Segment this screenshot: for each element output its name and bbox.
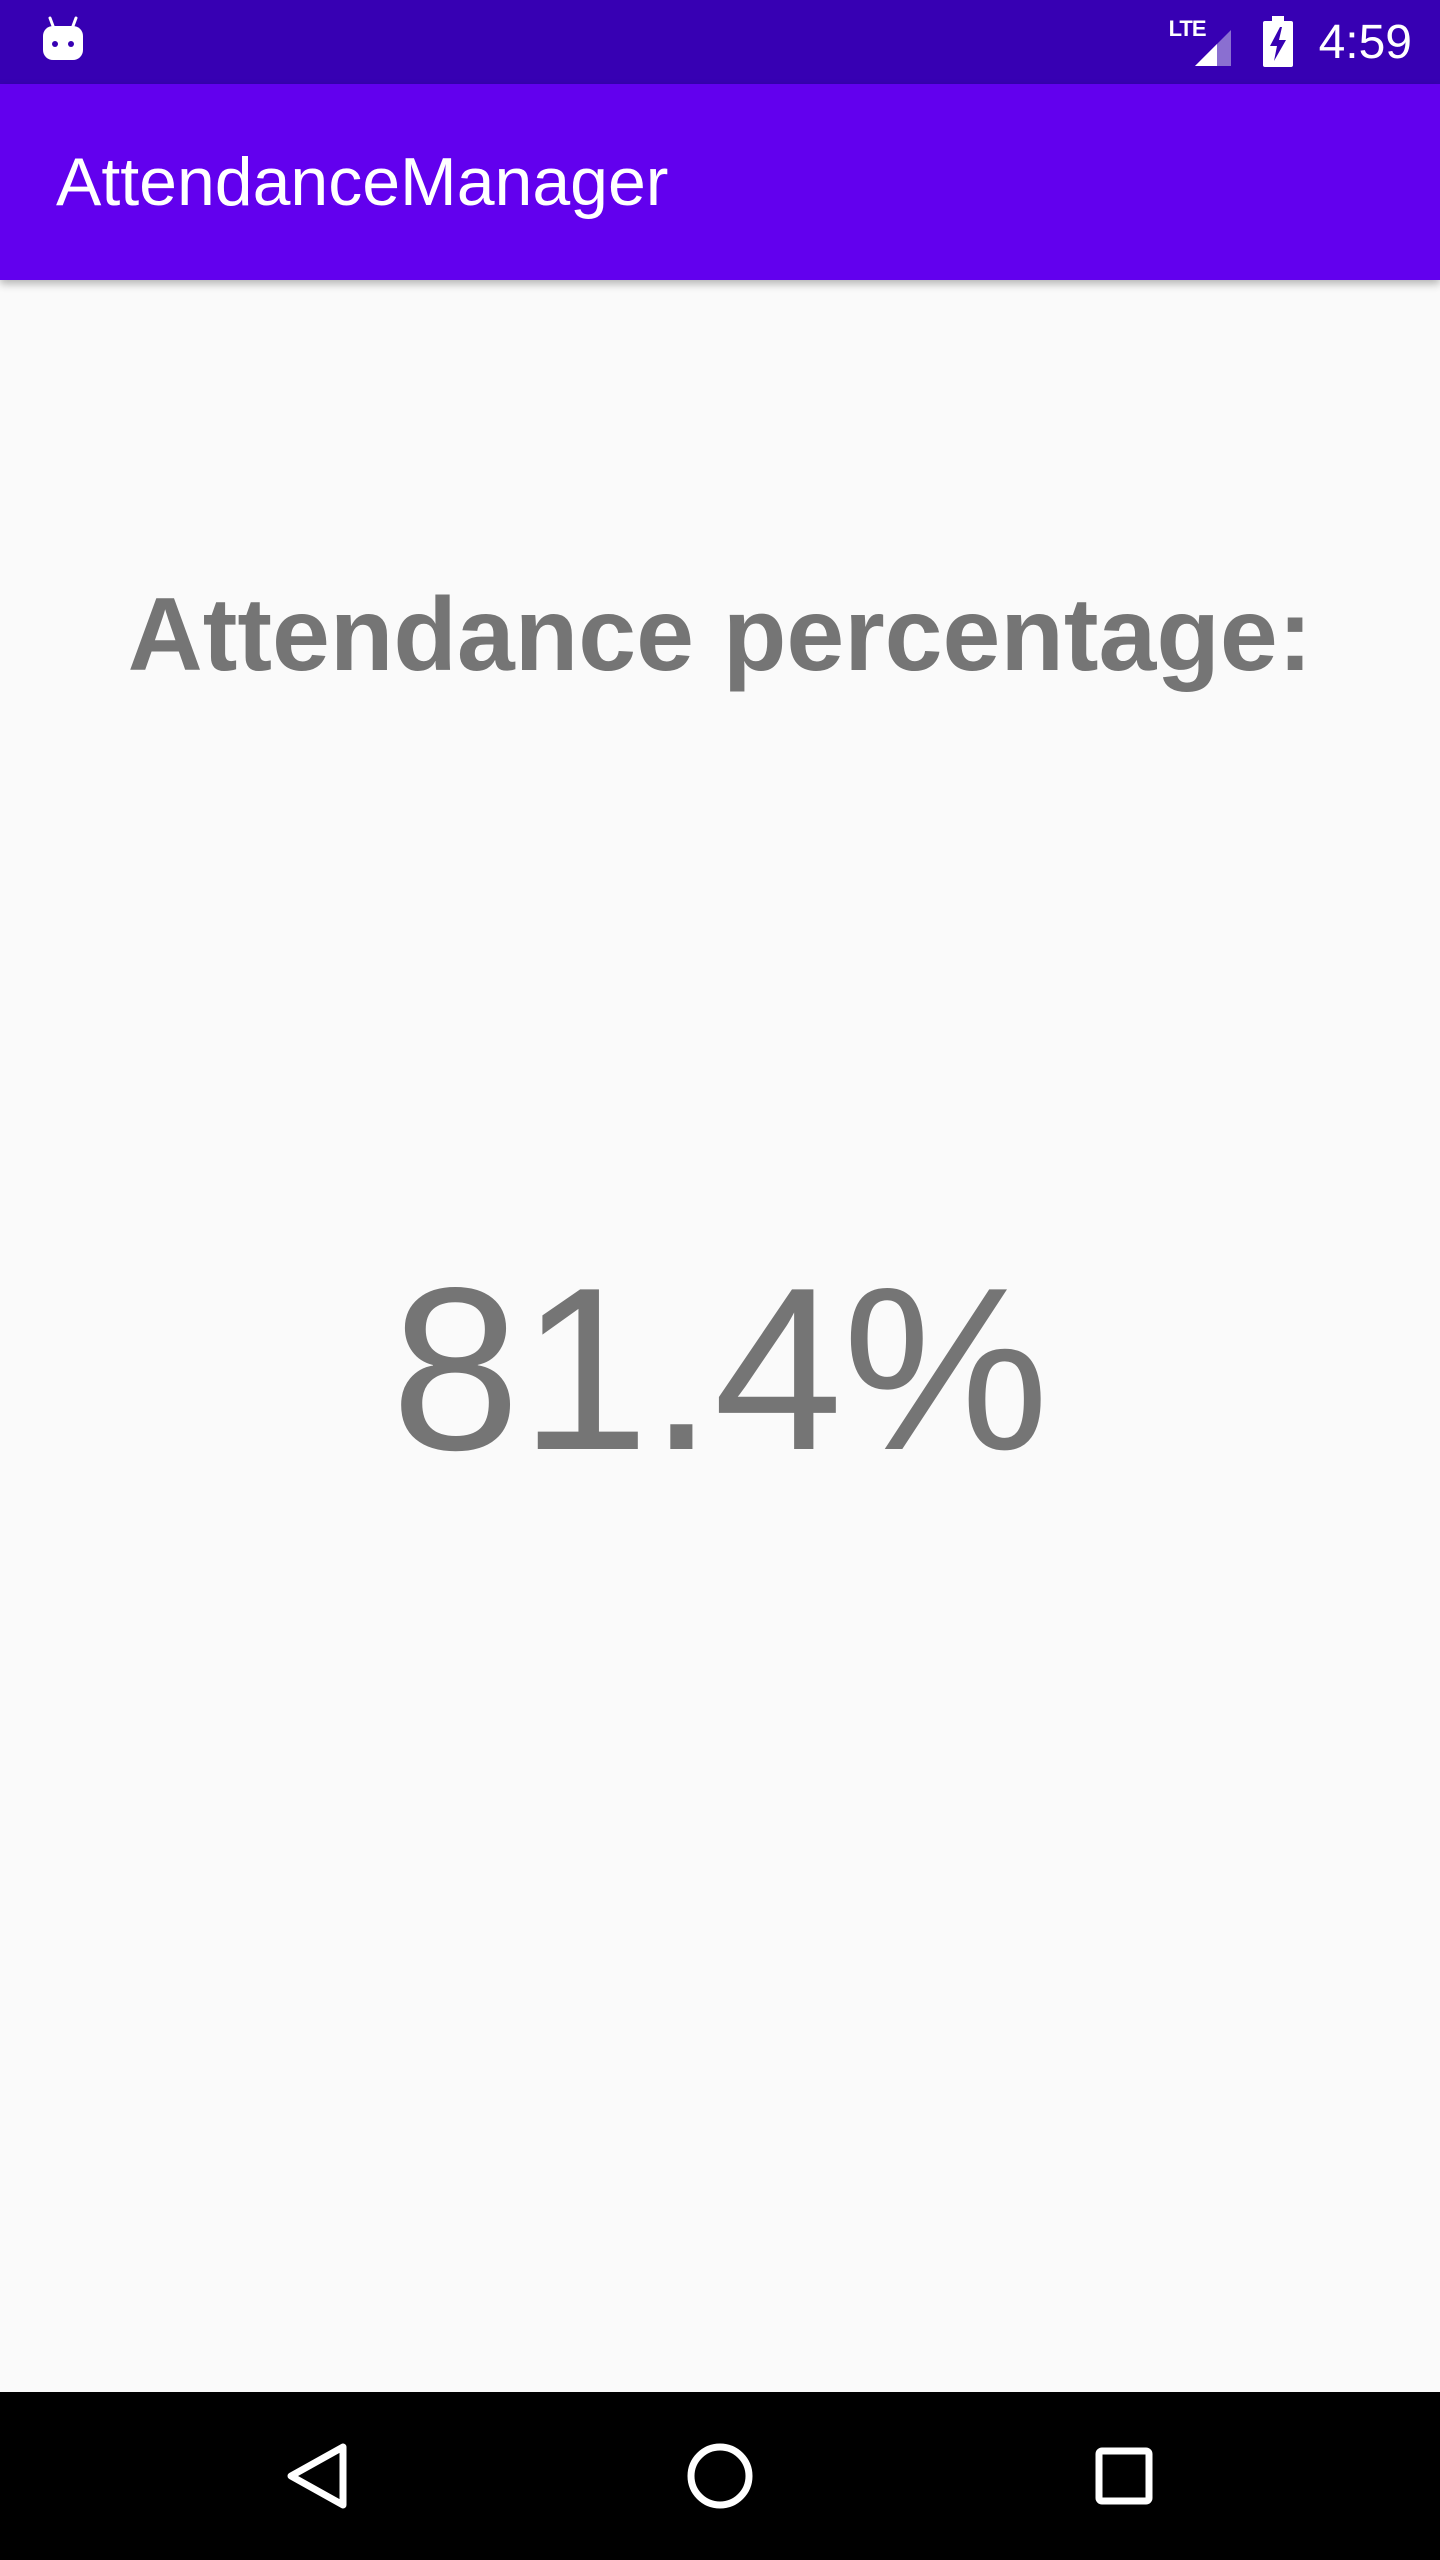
attendance-heading: Attendance percentage: — [127, 577, 1313, 693]
home-button[interactable] — [620, 2392, 820, 2560]
app-title: AttendanceManager — [56, 144, 669, 220]
status-bar: LTE 4:59 — [0, 0, 1440, 84]
screen: LTE 4:59 AttendanceManager Attendance pe… — [0, 0, 1440, 2560]
status-icons: LTE 4:59 — [1169, 0, 1412, 84]
battery-charging-icon — [1262, 16, 1293, 67]
attendance-percentage-value: 81.4% — [391, 1240, 1049, 1499]
recents-button[interactable] — [1024, 2392, 1224, 2560]
navigation-bar — [0, 2392, 1440, 2560]
status-clock: 4:59 — [1318, 15, 1412, 69]
signal-icon: LTE — [1169, 16, 1233, 68]
app-bar: AttendanceManager — [0, 84, 1440, 280]
back-button[interactable] — [216, 2392, 416, 2560]
recents-icon — [1095, 2447, 1153, 2505]
back-icon — [287, 2443, 347, 2509]
home-icon — [687, 2443, 753, 2509]
android-notification-icon — [43, 16, 83, 60]
